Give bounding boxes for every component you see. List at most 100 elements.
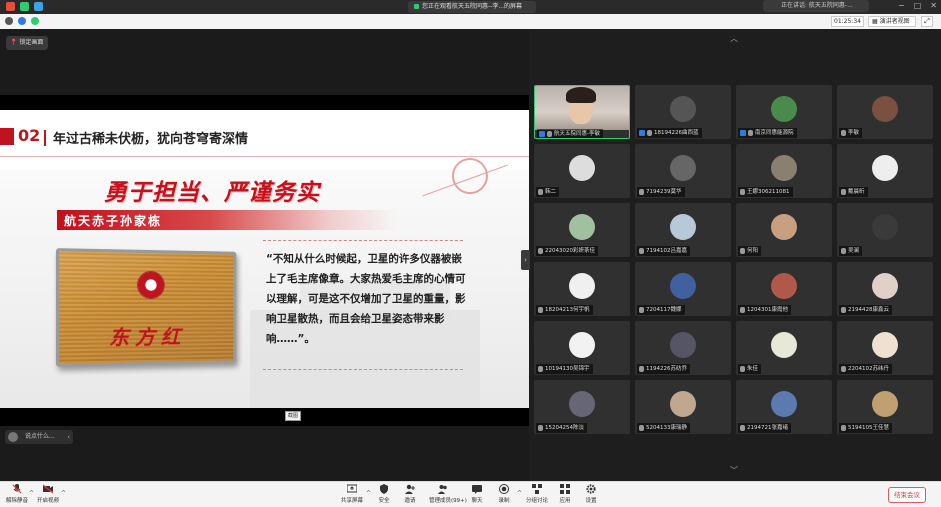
apps-button[interactable]: 应用 <box>551 484 579 504</box>
participant-label: 10194130吴锦宇 <box>536 364 593 374</box>
participant-tile[interactable]: 7194102吕嘉嘉 <box>635 203 731 257</box>
manage-members-button[interactable]: 管理成员(99+) <box>429 484 467 504</box>
participant-tile[interactable]: 航天五院同惠-李敏 <box>534 85 630 139</box>
invite-button[interactable]: 邀请 <box>396 484 424 504</box>
participant-tile[interactable]: 18194226曲西蓝 <box>635 85 731 139</box>
participant-name: 15204254陈淡 <box>545 425 584 431</box>
mic-icon <box>740 425 745 431</box>
avatar <box>771 96 797 122</box>
participant-tile[interactable]: 何阳 <box>736 203 832 257</box>
gear-icon <box>586 484 596 494</box>
mute-button[interactable]: 解除静音 <box>3 484 31 504</box>
end-meeting-button[interactable]: 结束会议 <box>888 487 926 503</box>
view-mode-button[interactable]: ▦ 演讲者视图 <box>868 16 916 27</box>
slide-slogan: 勇于担当、严谨务实 <box>104 179 320 206</box>
avatar <box>872 273 898 299</box>
close-icon[interactable]: ✕ <box>930 1 937 10</box>
participant-tile[interactable]: 朱佳 <box>736 321 832 375</box>
breakout-button[interactable]: 分组讨论 <box>523 484 551 504</box>
participant-tile[interactable]: 韩二 <box>534 144 630 198</box>
banner-text: 您正在观看航天五院同惠--李...的屏幕 <box>422 3 523 10</box>
participant-tile[interactable]: 李敏 <box>837 85 933 139</box>
participant-name: 10194130吴锦宇 <box>545 366 590 372</box>
avatar <box>569 155 595 181</box>
mic-icon <box>647 130 652 136</box>
title-bar: 您正在观看航天五院同惠--李...的屏幕 正在讲话: 航天五院同惠-... − … <box>0 0 941 14</box>
share-indicator-icon <box>414 4 419 9</box>
participant-label: 18204213何宇帆 <box>536 305 593 315</box>
avatar <box>771 332 797 358</box>
chairman-badge-icon <box>137 270 165 300</box>
participant-label: 吴澜 <box>839 246 863 256</box>
participant-tile[interactable]: 22043020彩妍茶佳 <box>534 203 630 257</box>
shared-screen-area: 📍 锁定画面 02 年过古稀未伏枥，犹向苍穹寄深情 勇于担当、严谨务实 航天赤子… <box>0 29 530 481</box>
viewing-banner[interactable]: 您正在观看航天五院同惠--李...的屏幕 <box>408 1 536 13</box>
participant-tile[interactable]: 2194721张嘉绪 <box>736 380 832 434</box>
participant-tile[interactable]: 7194239莫华 <box>635 144 731 198</box>
lock-view-button[interactable]: 📍 锁定画面 <box>6 36 49 50</box>
participant-tile[interactable]: 2194428康鑫云 <box>837 262 933 316</box>
section-title: 年过古稀未伏枥，犹向苍穹寄深情 <box>53 132 249 147</box>
camera-off-icon <box>43 484 53 494</box>
participant-tile[interactable]: 7204117魏娜 <box>635 262 731 316</box>
network-icon[interactable] <box>31 17 39 25</box>
pin-icon: 📍 <box>10 39 18 46</box>
screenshot-tag[interactable]: 截图 <box>285 411 301 421</box>
avatar <box>872 332 898 358</box>
video-button[interactable]: 开启视频 <box>34 484 62 504</box>
collapse-gallery-handle[interactable]: › <box>521 250 530 270</box>
info-icon[interactable] <box>5 17 13 25</box>
participant-tile[interactable]: 18204213何宇帆 <box>534 262 630 316</box>
mic-icon <box>748 130 753 136</box>
participant-tile[interactable]: 1194226苏纺乔 <box>635 321 731 375</box>
chevron-up-icon[interactable]: ︿ <box>730 33 738 44</box>
participant-label: 1194226苏纺乔 <box>637 364 690 374</box>
settings-button[interactable]: 设置 <box>577 484 605 504</box>
participant-name: 朱佳 <box>747 366 759 372</box>
chevron-down-icon[interactable]: ﹀ <box>730 465 738 476</box>
participant-tile[interactable]: 王娜306211081 <box>736 144 832 198</box>
host-icon <box>639 130 645 136</box>
fullscreen-button[interactable]: ⤢ <box>921 16 933 27</box>
mic-icon <box>740 307 745 313</box>
avatar <box>670 96 696 122</box>
participant-tile[interactable]: 15204254陈淡 <box>534 380 630 434</box>
security-shield-icon[interactable] <box>18 17 26 25</box>
participant-tile[interactable]: 5194105王佳慧 <box>837 380 933 434</box>
satellite-deco-icon <box>452 158 488 194</box>
participant-tile[interactable]: 2204102苏纬丹 <box>837 321 933 375</box>
section-marker <box>0 128 14 145</box>
participant-label: 7204117魏娜 <box>637 305 685 315</box>
mic-icon <box>841 307 846 313</box>
participant-tile[interactable]: 戴晨昕 <box>837 144 933 198</box>
participant-name: 5194105王佳慧 <box>848 425 889 431</box>
participant-tile[interactable]: 10194130吴锦宇 <box>534 321 630 375</box>
participant-label: 1204301康霞他 <box>738 305 791 315</box>
chat-quick-input[interactable]: 说点什么... ‹ <box>5 430 73 444</box>
mic-icon <box>547 131 552 137</box>
participant-label: 5204133康瑞静 <box>637 423 690 433</box>
alert-icon[interactable] <box>6 2 15 11</box>
participant-tile[interactable]: 吴澜 <box>837 203 933 257</box>
avatar <box>670 155 696 181</box>
participant-label: 2194721张嘉绪 <box>738 423 791 433</box>
chevron-left-icon[interactable]: ‹ <box>67 430 70 444</box>
record-button[interactable]: 录制 <box>490 484 518 504</box>
participant-tile[interactable]: 南京同惠能源院 <box>736 85 832 139</box>
shield-icon[interactable] <box>20 2 29 11</box>
record-options-caret[interactable]: ^ <box>517 490 522 497</box>
video-options-caret[interactable]: ^ <box>61 490 66 497</box>
avatar <box>771 155 797 181</box>
participant-tile[interactable]: 5204133康瑞静 <box>635 380 731 434</box>
maximize-icon[interactable]: □ <box>914 1 922 10</box>
info-bar: 01:25:34 ▦ 演讲者视图 ⤢ <box>0 14 941 29</box>
chat-button[interactable]: 聊天 <box>463 484 491 504</box>
share-screen-button[interactable]: 共享屏幕 <box>338 484 366 504</box>
participant-name: 7204117魏娜 <box>646 307 682 313</box>
participant-tile[interactable]: 1204301康霞他 <box>736 262 832 316</box>
mic-icon <box>538 425 543 431</box>
security-button[interactable]: 安全 <box>370 484 398 504</box>
minimize-icon[interactable]: − <box>898 1 905 10</box>
avatar <box>771 214 797 240</box>
signal-icon[interactable] <box>34 2 43 11</box>
